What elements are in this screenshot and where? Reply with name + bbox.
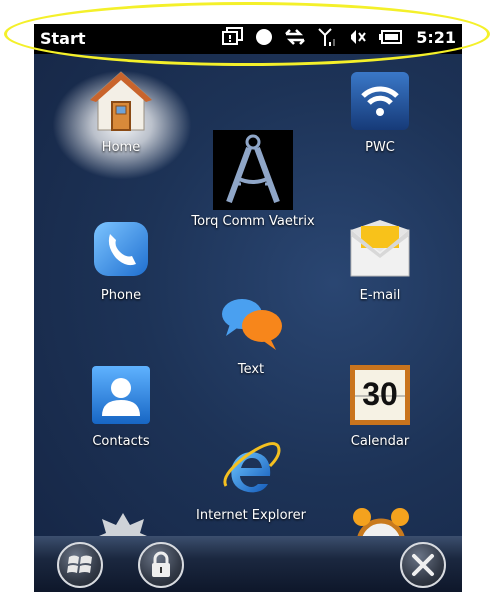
close-icon bbox=[412, 554, 434, 576]
compass-icon bbox=[213, 130, 293, 210]
tile-torq-comm-vaetrix[interactable]: Torq Comm Vaetrix bbox=[186, 130, 320, 229]
phone-icon bbox=[88, 216, 154, 282]
tile-home[interactable]: Home bbox=[56, 68, 186, 155]
wifi-icon bbox=[347, 68, 413, 134]
calendar-day: 30 bbox=[362, 376, 398, 412]
tile-label: E-mail bbox=[359, 288, 401, 303]
lock-button[interactable] bbox=[138, 542, 184, 588]
tile-text[interactable]: Text bbox=[186, 290, 316, 377]
tile-pwc[interactable]: PWC bbox=[315, 68, 445, 155]
tile-calendar[interactable]: 30 Calendar bbox=[315, 362, 445, 449]
tile-internet-explorer[interactable]: Internet Explorer bbox=[186, 436, 316, 523]
tile-contacts[interactable]: Contacts bbox=[56, 362, 186, 449]
home-icon bbox=[88, 68, 154, 134]
envelope-icon bbox=[347, 216, 413, 282]
internet-explorer-icon bbox=[218, 436, 284, 502]
windows-start-icon bbox=[67, 555, 92, 573]
lock-icon bbox=[152, 551, 170, 577]
tile-label: PWC bbox=[365, 140, 395, 155]
tile-label: Calendar bbox=[350, 434, 410, 449]
tile-phone[interactable]: Phone bbox=[56, 216, 186, 303]
contact-card-icon bbox=[88, 362, 154, 428]
tile-label: Phone bbox=[100, 288, 142, 303]
tile-e-mail[interactable]: E-mail bbox=[315, 216, 445, 303]
close-button[interactable] bbox=[400, 542, 446, 588]
tile-label: Contacts bbox=[92, 434, 150, 449]
tile-label: Torq Comm Vaetrix bbox=[191, 214, 315, 229]
tile-label: Internet Explorer bbox=[196, 508, 306, 523]
status-bar-highlight bbox=[4, 2, 490, 66]
alarm-clock-icon[interactable] bbox=[346, 505, 416, 537]
start-button[interactable] bbox=[57, 542, 103, 588]
settings-icon[interactable] bbox=[88, 505, 158, 537]
chat-bubbles-icon bbox=[218, 290, 284, 356]
tile-label: Home bbox=[101, 140, 141, 155]
calendar-icon: 30 bbox=[347, 362, 413, 428]
tile-label: Text bbox=[237, 362, 265, 377]
